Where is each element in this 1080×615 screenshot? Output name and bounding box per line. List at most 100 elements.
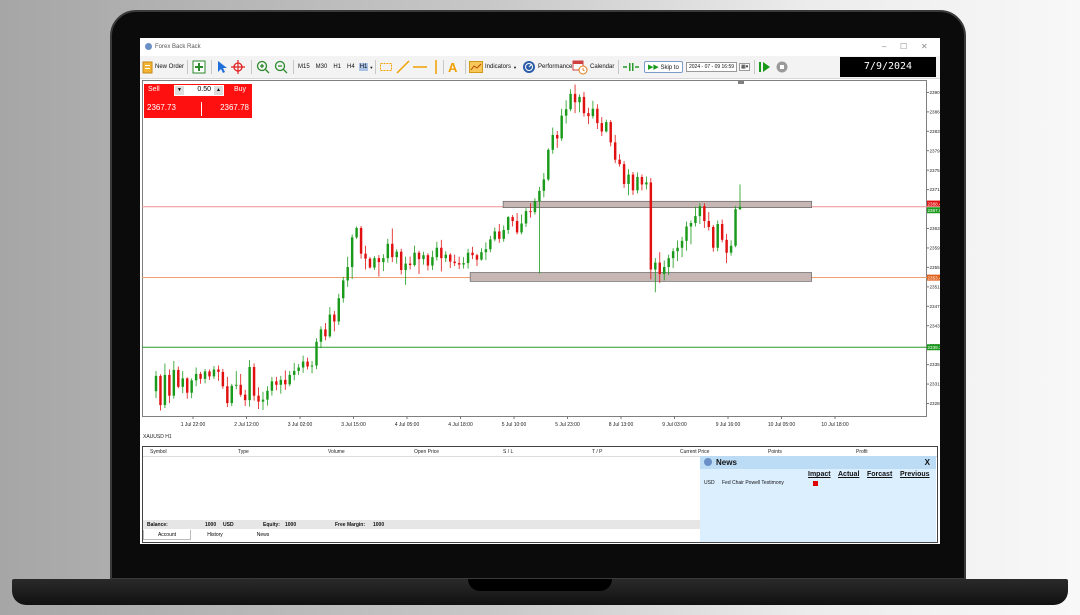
candle-body[interactable]: [172, 369, 176, 396]
candle-body[interactable]: [257, 395, 260, 402]
col-tp[interactable]: T / P: [592, 449, 602, 455]
candle-body[interactable]: [359, 227, 363, 254]
candle-body[interactable]: [689, 223, 693, 227]
candle-body[interactable]: [212, 369, 216, 377]
news-col-forcast[interactable]: Forcast: [867, 471, 892, 478]
candle-body[interactable]: [707, 221, 711, 227]
candle-body[interactable]: [203, 371, 207, 379]
timeframe-h4[interactable]: H4: [346, 63, 356, 71]
candle-body[interactable]: [306, 361, 309, 367]
timeframe-h1[interactable]: H1: [332, 63, 342, 71]
candle-body[interactable]: [569, 93, 572, 110]
candle-body[interactable]: [168, 374, 171, 396]
candle-body[interactable]: [431, 257, 434, 266]
candle-body[interactable]: [542, 179, 546, 191]
news-close-button[interactable]: X: [925, 458, 930, 467]
calendar-dropdown-icon[interactable]: ▦▾: [739, 63, 751, 71]
candle-body[interactable]: [328, 314, 332, 337]
crosshair-tool-button[interactable]: [231, 59, 245, 75]
col-type[interactable]: Type: [238, 449, 249, 455]
scroll-marker[interactable]: [738, 80, 744, 84]
candle-body[interactable]: [324, 329, 327, 337]
candle-body[interactable]: [185, 378, 189, 393]
candle-body[interactable]: [194, 373, 198, 381]
candle-body[interactable]: [382, 258, 385, 263]
candle-body[interactable]: [239, 384, 242, 395]
candle-body[interactable]: [399, 251, 403, 271]
candle-body[interactable]: [591, 108, 595, 117]
candle-body[interactable]: [667, 258, 670, 268]
candle-body[interactable]: [426, 255, 430, 266]
play-button[interactable]: [758, 59, 772, 75]
skip-to-button[interactable]: ▶▶ Skip to: [644, 59, 683, 75]
candle-body[interactable]: [462, 263, 465, 265]
cursor-tool-button[interactable]: [215, 59, 227, 75]
candle-body[interactable]: [680, 240, 684, 248]
minimize-button[interactable]: –: [882, 42, 886, 51]
maximize-button[interactable]: ☐: [900, 42, 907, 51]
candle-body[interactable]: [297, 367, 300, 371]
bid-price[interactable]: 2367.73: [147, 103, 176, 112]
candle-body[interactable]: [618, 159, 621, 165]
candle-body[interactable]: [564, 109, 568, 116]
candle-body[interactable]: [649, 182, 653, 270]
col-open-price[interactable]: Open Price: [414, 449, 439, 455]
candle-body[interactable]: [578, 96, 581, 103]
candle-body[interactable]: [270, 381, 274, 391]
candle-body[interactable]: [261, 399, 265, 402]
timeframe-dropdown[interactable]: H1: [358, 63, 369, 71]
candle-body[interactable]: [284, 379, 287, 385]
candle-body[interactable]: [315, 341, 318, 366]
candle-body[interactable]: [609, 122, 612, 143]
candle-body[interactable]: [636, 177, 639, 191]
candle-body[interactable]: [346, 267, 349, 281]
candle-body[interactable]: [177, 369, 180, 387]
support-resistance-zone[interactable]: [469, 272, 812, 282]
zoom-in-button[interactable]: [256, 59, 270, 75]
candle-body[interactable]: [457, 263, 461, 265]
candle-body[interactable]: [226, 386, 229, 404]
candle-body[interactable]: [712, 226, 715, 248]
volume-stepper[interactable]: ▼ 0.50 ▲: [174, 85, 224, 96]
candle-body[interactable]: [337, 298, 341, 322]
candle-body[interactable]: [631, 174, 635, 191]
candle-body[interactable]: [217, 369, 220, 372]
candle-body[interactable]: [333, 314, 336, 322]
candle-body[interactable]: [729, 245, 733, 253]
candle-body[interactable]: [301, 361, 305, 368]
candle-body[interactable]: [453, 261, 456, 264]
candle-body[interactable]: [440, 247, 443, 259]
col-profit[interactable]: Profit: [856, 449, 868, 455]
candle-body[interactable]: [498, 231, 501, 239]
candle-body[interactable]: [685, 226, 688, 241]
candle-body[interactable]: [520, 223, 523, 233]
close-button[interactable]: ✕: [921, 42, 928, 51]
candle-body[interactable]: [181, 378, 184, 387]
candle-body[interactable]: [511, 217, 514, 222]
support-resistance-zone[interactable]: [502, 200, 812, 208]
candle-body[interactable]: [671, 251, 675, 259]
news-col-actual[interactable]: Actual: [838, 471, 859, 478]
candle-body[interactable]: [208, 371, 211, 377]
candle-body[interactable]: [698, 206, 702, 217]
candle-body[interactable]: [694, 216, 697, 224]
candle-body[interactable]: [417, 252, 421, 260]
text-tool-button[interactable]: A: [447, 59, 461, 75]
candle-body[interactable]: [596, 108, 599, 124]
candle-body[interactable]: [373, 258, 376, 268]
candle-body[interactable]: [524, 211, 528, 224]
candle-body[interactable]: [720, 224, 724, 240]
candle-body[interactable]: [538, 190, 541, 202]
candle-body[interactable]: [350, 237, 354, 268]
candle-body[interactable]: [279, 379, 283, 385]
candle-body[interactable]: [582, 96, 586, 114]
candle-body[interactable]: [529, 211, 532, 213]
candle-body[interactable]: [230, 385, 234, 404]
candle-body[interactable]: [658, 262, 661, 274]
candle-body[interactable]: [640, 177, 644, 185]
candle-body[interactable]: [560, 115, 563, 139]
candle-body[interactable]: [573, 93, 577, 103]
candle-body[interactable]: [163, 374, 167, 406]
candle-body[interactable]: [377, 258, 381, 263]
candle-body[interactable]: [489, 239, 492, 250]
